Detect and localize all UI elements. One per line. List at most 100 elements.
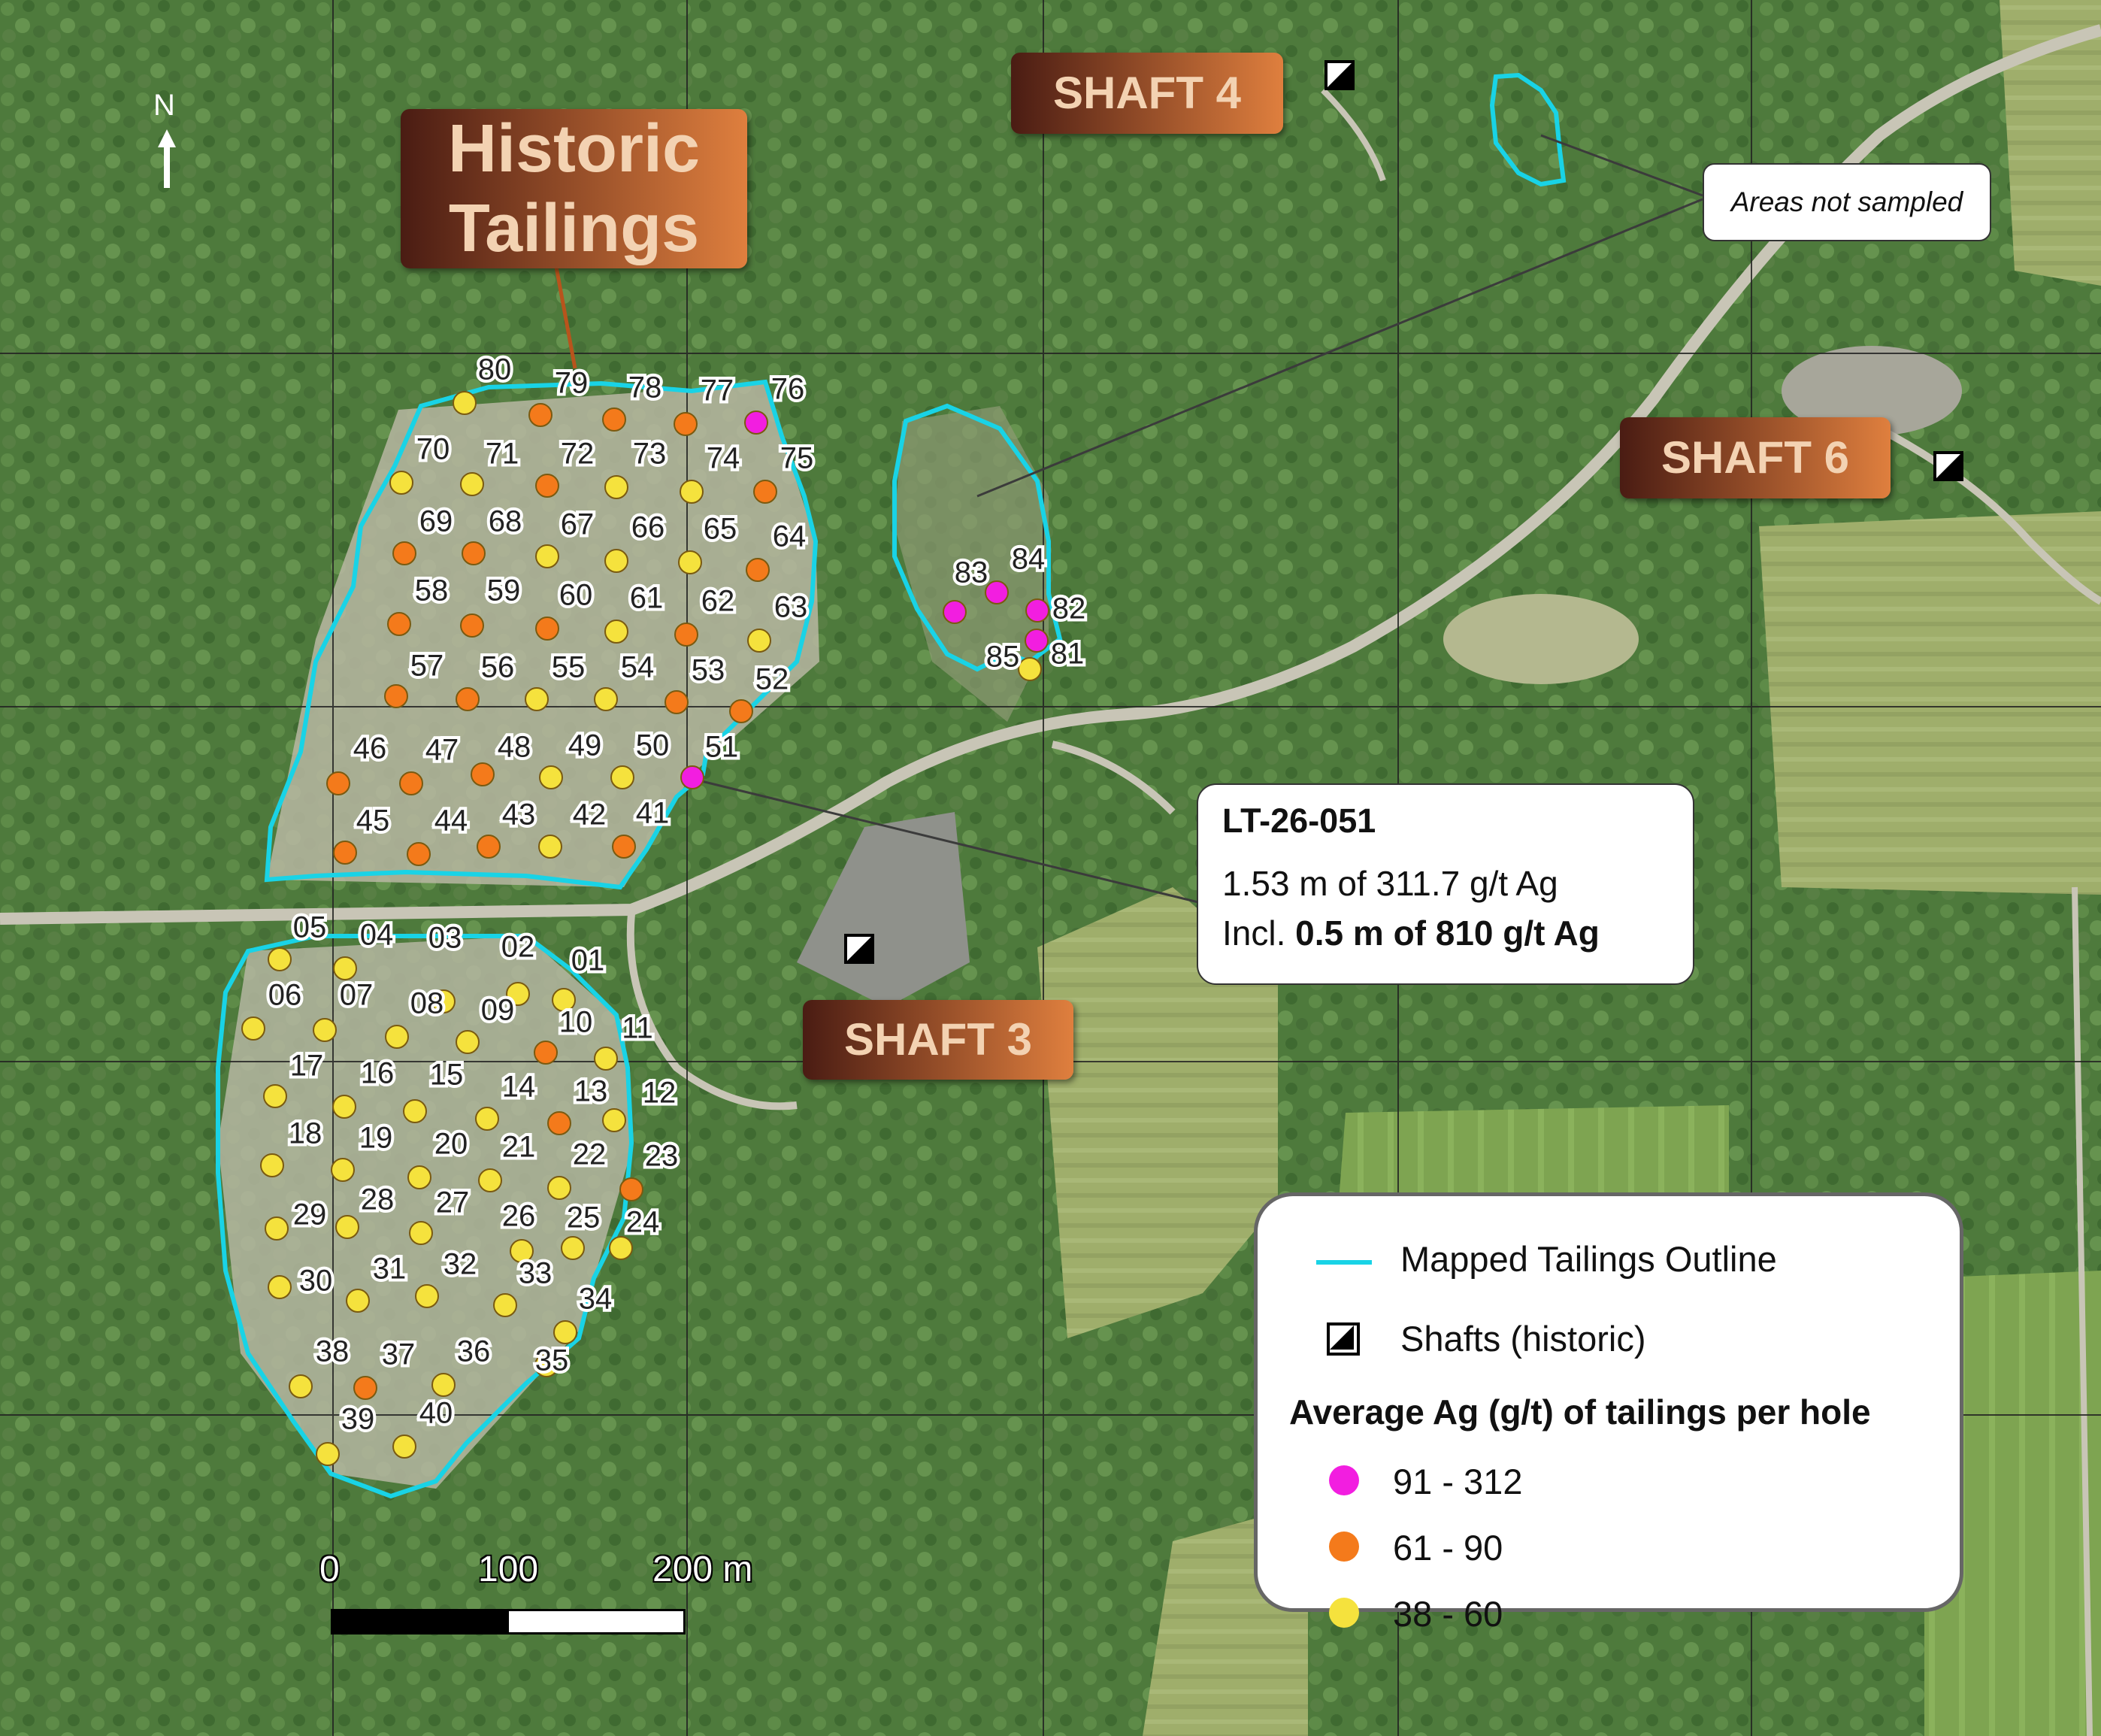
sample-point-label: 55 — [552, 651, 586, 684]
sample-point-marker[interactable] — [335, 1215, 359, 1239]
sample-point-marker[interactable] — [493, 1293, 517, 1317]
sample-point-marker[interactable] — [471, 762, 495, 786]
sample-point-marker[interactable] — [729, 699, 753, 723]
sample-point-label: 33 — [519, 1257, 552, 1290]
sample-point-marker[interactable] — [460, 614, 484, 638]
sample-point-marker[interactable] — [535, 474, 559, 498]
sample-point-marker[interactable] — [561, 1236, 585, 1260]
sample-point-marker[interactable] — [1025, 598, 1049, 623]
sample-point-marker[interactable] — [985, 580, 1009, 604]
sample-point-marker[interactable] — [594, 687, 618, 711]
sample-point-marker[interactable] — [610, 765, 634, 789]
sample-point-marker[interactable] — [263, 1084, 287, 1108]
sample-point-label: 10 — [559, 1006, 593, 1039]
sample-point-label: 28 — [361, 1183, 395, 1216]
sample-point-marker[interactable] — [399, 771, 423, 795]
sample-point-marker[interactable] — [333, 956, 357, 980]
sample-point-marker[interactable] — [409, 1221, 433, 1245]
sample-point-marker[interactable] — [331, 1158, 355, 1182]
sample-point-marker[interactable] — [392, 1435, 416, 1459]
sample-point-marker[interactable] — [431, 1373, 456, 1397]
sample-point-marker[interactable] — [268, 1275, 292, 1299]
sample-point-label: 19 — [359, 1122, 393, 1155]
sample-point-marker[interactable] — [407, 1165, 431, 1189]
sample-point-marker[interactable] — [407, 842, 431, 866]
sample-point-35[interactable]: 35 — [532, 1341, 572, 1380]
sample-point-marker[interactable] — [674, 412, 698, 436]
sample-point-marker[interactable] — [1025, 629, 1049, 653]
sample-point-marker[interactable] — [392, 541, 416, 565]
sample-point-marker[interactable] — [534, 1041, 558, 1065]
sample-point-marker[interactable] — [525, 687, 549, 711]
sample-point-label: 53 — [692, 654, 725, 687]
sample-point-marker[interactable] — [462, 541, 486, 565]
sample-point-marker[interactable] — [674, 623, 698, 647]
shaft-icon[interactable] — [844, 934, 874, 964]
sample-point-marker[interactable] — [678, 550, 702, 574]
sample-point-marker[interactable] — [528, 403, 552, 427]
sample-point-marker[interactable] — [539, 765, 563, 789]
sample-point-marker[interactable] — [547, 1176, 571, 1200]
sample-point-marker[interactable] — [477, 835, 501, 859]
sample-point-marker[interactable] — [535, 617, 559, 641]
sample-point-marker[interactable] — [680, 480, 704, 504]
sample-point-marker[interactable] — [535, 544, 559, 568]
sample-point-marker[interactable] — [268, 947, 292, 971]
sample-point-marker[interactable] — [619, 1177, 643, 1201]
sample-point-marker[interactable] — [453, 391, 477, 415]
sample-point-marker[interactable] — [475, 1107, 499, 1131]
sample-point-marker[interactable] — [604, 475, 628, 499]
sample-point-marker[interactable] — [665, 690, 689, 714]
sample-point-marker[interactable] — [316, 1442, 340, 1466]
sample-point-marker[interactable] — [547, 1111, 571, 1135]
sample-point-label: 44 — [434, 804, 468, 838]
sample-point-marker[interactable] — [326, 771, 350, 795]
sample-point-marker[interactable] — [609, 1236, 633, 1260]
sample-point-marker[interactable] — [403, 1099, 427, 1123]
sample-point-marker[interactable] — [604, 620, 628, 644]
sample-point-marker[interactable] — [385, 1025, 409, 1049]
sample-point-marker[interactable] — [384, 684, 408, 708]
sample-point-marker[interactable] — [241, 1016, 265, 1041]
sample-point-marker[interactable] — [333, 841, 357, 865]
sample-point-marker[interactable] — [265, 1216, 289, 1241]
sample-point-marker[interactable] — [753, 480, 777, 504]
sample-point-marker[interactable] — [744, 411, 768, 435]
sample-point-marker[interactable] — [680, 765, 704, 789]
sample-point-marker[interactable] — [389, 471, 413, 495]
incl-value: 0.5 m of 810 g/t Ag — [1295, 913, 1600, 953]
sample-point-marker[interactable] — [289, 1374, 313, 1398]
sample-point-marker[interactable] — [353, 1376, 377, 1400]
sample-point-marker[interactable] — [594, 1047, 618, 1071]
sample-point-marker[interactable] — [456, 687, 480, 711]
shaft-icon[interactable] — [1324, 60, 1355, 90]
sample-point-label: 72 — [561, 438, 595, 471]
sample-point-marker[interactable] — [612, 835, 636, 859]
drillhole-id: LT-26-051 — [1222, 801, 1376, 840]
sample-point-label: 63 — [774, 591, 808, 624]
sample-point-marker[interactable] — [604, 549, 628, 573]
sample-point-marker[interactable] — [460, 472, 484, 496]
scale-label-200: 200 m — [652, 1550, 753, 1589]
shaft-icon[interactable] — [1933, 451, 1963, 481]
sample-point-marker[interactable] — [602, 1108, 626, 1132]
sample-point-marker[interactable] — [415, 1284, 439, 1308]
sample-point-marker[interactable] — [478, 1168, 502, 1192]
sample-point-marker[interactable] — [602, 407, 626, 432]
sample-point-marker[interactable] — [456, 1030, 480, 1054]
sample-point-marker[interactable] — [1018, 657, 1042, 681]
sample-point-marker[interactable] — [313, 1018, 337, 1042]
sample-point-marker[interactable] — [746, 558, 770, 582]
shaft-4-label: SHAFT 4 — [1011, 53, 1283, 134]
sample-point-label: 51 — [705, 731, 739, 764]
legend-swatch-low — [1329, 1598, 1359, 1628]
sample-point-marker[interactable] — [387, 612, 411, 636]
sample-point-marker[interactable] — [260, 1153, 284, 1177]
sample-point-marker[interactable] — [332, 1095, 356, 1119]
sample-point-marker[interactable] — [943, 600, 967, 624]
sample-point-label: 75 — [780, 442, 814, 475]
sample-point-marker[interactable] — [747, 629, 771, 653]
sample-point-marker[interactable] — [538, 835, 562, 859]
sample-point-marker[interactable] — [553, 1320, 577, 1344]
sample-point-marker[interactable] — [346, 1289, 370, 1313]
